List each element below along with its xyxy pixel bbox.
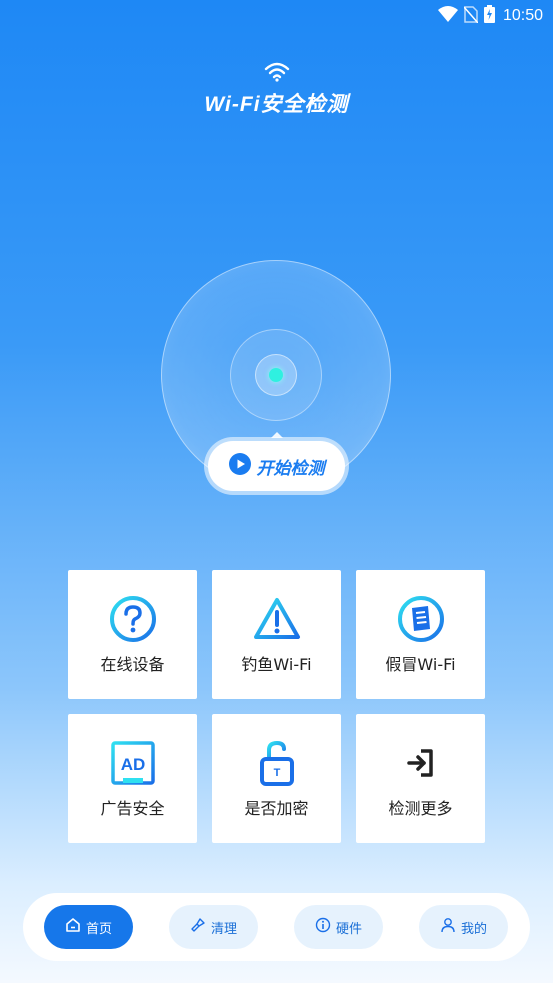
nav-item-hardware[interactable]: 硬件 <box>294 905 383 949</box>
start-detect-label: 开始检测 <box>256 458 325 478</box>
status-time: 10:50 <box>502 7 543 24</box>
nav-item-clean[interactable]: 清理 <box>169 905 258 949</box>
play-icon <box>228 453 251 479</box>
radar-center-dot <box>269 368 283 382</box>
tile-online-devices[interactable]: 在线设备 <box>68 570 197 699</box>
nav-item-mine[interactable]: 我的 <box>419 905 508 949</box>
nav-label: 硬件 <box>335 921 362 937</box>
svg-text:T: T <box>273 767 280 779</box>
start-detect-inner: 开始检测 <box>208 441 345 491</box>
header: Wi-Fi安全检测 <box>0 62 553 118</box>
tile-phishing-wifi[interactable]: 钓鱼Wi-Fi <box>212 570 341 699</box>
broom-icon <box>190 917 206 937</box>
svg-text:AD: AD <box>120 755 145 774</box>
start-detect-wrapper: 开始检测 <box>204 432 349 498</box>
start-detect-button[interactable]: 开始检测 <box>204 437 349 495</box>
tile-label: 钓鱼Wi-Fi <box>241 654 312 674</box>
nav-item-home[interactable]: 首页 <box>44 905 133 949</box>
tile-ad-security[interactable]: AD 广告安全 <box>68 714 197 843</box>
no-sim-icon <box>463 5 479 27</box>
page-title: Wi-Fi安全检测 <box>204 93 349 116</box>
nav-label: 我的 <box>460 921 487 937</box>
enter-icon <box>397 739 445 787</box>
document-icon <box>397 595 445 643</box>
tile-fake-wifi[interactable]: 假冒Wi-Fi <box>356 570 485 699</box>
status-icons: 10:50 <box>437 5 543 27</box>
nav-label: 首页 <box>85 921 112 937</box>
user-icon <box>440 917 456 937</box>
wifi-icon <box>264 62 289 82</box>
feature-grid: 在线设备 钓鱼Wi-Fi 假冒Wi-Fi AD 广告安全 T 是否加密 检测更多 <box>68 570 485 843</box>
battery-charging-icon <box>483 5 495 27</box>
tile-label: 在线设备 <box>100 654 165 674</box>
warning-icon <box>253 595 301 643</box>
tile-label: 是否加密 <box>244 798 309 818</box>
bottom-nav: 首页 清理 硬件 我的 <box>23 893 530 961</box>
nav-label: 清理 <box>210 921 237 937</box>
home-icon <box>65 917 81 937</box>
tile-encryption[interactable]: T 是否加密 <box>212 714 341 843</box>
wifi-signal-icon <box>437 6 458 26</box>
tile-label: 检测更多 <box>388 798 453 818</box>
ad-icon: AD <box>109 739 157 787</box>
tile-label: 广告安全 <box>100 798 165 818</box>
question-icon <box>109 595 157 643</box>
lock-icon: T <box>253 739 301 787</box>
info-icon <box>315 917 331 937</box>
status-bar: 10:50 <box>0 0 553 30</box>
tile-detect-more[interactable]: 检测更多 <box>356 714 485 843</box>
tile-label: 假冒Wi-Fi <box>385 654 456 674</box>
